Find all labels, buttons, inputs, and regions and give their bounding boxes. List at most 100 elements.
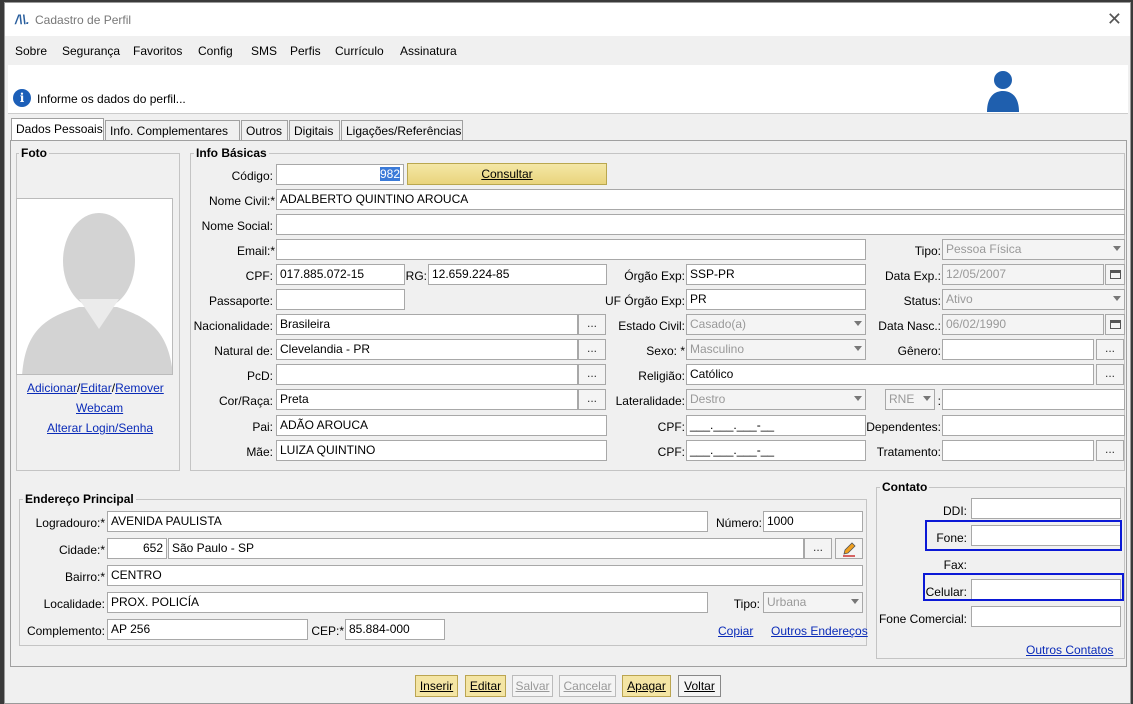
calendar-icon[interactable] — [1105, 314, 1125, 335]
lateralidade-label: Lateralidade: — [615, 394, 685, 408]
rg-field[interactable]: 12.659.224-85 — [428, 264, 607, 285]
codigo-value: 982 — [379, 167, 400, 181]
genero-field[interactable] — [942, 339, 1094, 360]
nome-social-field[interactable] — [276, 214, 1125, 235]
menu-seguranca[interactable]: Segurança — [62, 44, 120, 58]
localidade-field[interactable]: PROX. POLICÍA — [107, 592, 708, 613]
window-title: Cadastro de Perfil — [35, 13, 132, 27]
passaporte-field[interactable] — [276, 289, 405, 310]
numero-label: Número: — [715, 516, 762, 530]
email-field[interactable] — [276, 239, 866, 260]
orgao-exp-label: Órgão Exp: — [624, 269, 685, 283]
apagar-button[interactable]: Apagar — [622, 675, 671, 697]
menu-curriculo[interactable]: Currículo — [335, 44, 384, 58]
outros-enderecos-link[interactable]: Outros Endereços — [771, 624, 868, 638]
status-select[interactable]: Ativo — [942, 289, 1125, 310]
complemento-field[interactable]: AP 256 — [107, 619, 308, 640]
menu-sms[interactable]: SMS — [251, 44, 277, 58]
cep-label: CEP:* — [311, 624, 344, 638]
fone-comercial-field[interactable] — [971, 606, 1121, 627]
pai-field[interactable]: ADÃO AROUCA — [276, 415, 607, 436]
cidade-field[interactable]: São Paulo - SP — [168, 538, 804, 559]
menu-favoritos[interactable]: Favoritos — [133, 44, 182, 58]
codigo-field[interactable]: 982 — [276, 164, 404, 185]
inserir-button[interactable]: Inserir — [415, 675, 458, 697]
estado-civil-select[interactable]: Casado(a) — [686, 314, 866, 335]
cor-raca-label: Cor/Raça: — [218, 394, 273, 408]
cor-raca-lookup-button[interactable]: ... — [578, 389, 606, 410]
tab-dados-pessoais[interactable]: Dados Pessoais — [11, 118, 104, 140]
data-exp-field[interactable]: 12/05/2007 — [942, 264, 1104, 285]
cep-field[interactable]: 85.884-000 — [345, 619, 445, 640]
adicionar-link[interactable]: Adicionar — [27, 381, 77, 395]
natural-field[interactable]: Clevelandia - PR — [276, 339, 578, 360]
close-icon[interactable]: ✕ — [1107, 9, 1122, 30]
title-bar: /\\. Cadastro de Perfil ✕ — [5, 3, 1130, 36]
estado-civil-value: Casado(a) — [690, 317, 747, 331]
alterar-login-link[interactable]: Alterar Login/Senha — [47, 421, 153, 435]
tratamento-lookup-button[interactable]: ... — [1096, 440, 1124, 461]
logradouro-field[interactable]: AVENIDA PAULISTA — [107, 511, 708, 532]
uf-orgao-field[interactable]: PR — [686, 289, 866, 310]
cor-raca-field[interactable]: Preta — [276, 389, 578, 410]
salvar-button[interactable]: Salvar — [512, 675, 553, 697]
nacionalidade-field[interactable]: Brasileira — [276, 314, 578, 335]
rne-select[interactable]: RNE — [885, 389, 935, 410]
cidade-lookup-button[interactable]: ... — [804, 538, 832, 559]
editar-button[interactable]: Editar — [465, 675, 506, 697]
religiao-field[interactable]: Católico — [686, 364, 1094, 385]
remover-link[interactable]: Remover — [115, 381, 164, 395]
data-nasc-field[interactable]: 06/02/1990 — [942, 314, 1104, 335]
tab-digitais[interactable]: Digitais — [289, 120, 340, 140]
mae-field[interactable]: LUIZA QUINTINO — [276, 440, 607, 461]
cpf-field[interactable]: 017.885.072-15 — [276, 264, 405, 285]
sexo-select[interactable]: Masculino — [686, 339, 866, 360]
nome-civil-field[interactable]: ADALBERTO QUINTINO AROUCA — [276, 189, 1125, 210]
outros-contatos-link[interactable]: Outros Contatos — [1026, 643, 1113, 657]
tab-outros[interactable]: Outros — [241, 120, 288, 140]
editar-foto-link[interactable]: Editar — [80, 381, 111, 395]
codigo-label: Código: — [231, 169, 273, 183]
calendar-icon[interactable] — [1105, 264, 1125, 285]
lateralidade-select[interactable]: Destro — [686, 389, 866, 410]
menu-sobre[interactable]: Sobre — [15, 44, 47, 58]
ddi-field[interactable] — [971, 498, 1121, 519]
tipo-pessoa-select[interactable]: Pessoa Física — [942, 239, 1125, 260]
chevron-down-icon — [1113, 296, 1121, 301]
cancelar-button[interactable]: Cancelar — [559, 675, 616, 697]
status-label: Status: — [903, 294, 941, 308]
copiar-link[interactable]: Copiar — [718, 624, 753, 638]
menu-perfis[interactable]: Perfis — [290, 44, 321, 58]
tratamento-field[interactable] — [942, 440, 1094, 461]
menu-assinatura[interactable]: Assinatura — [400, 44, 457, 58]
nacionalidade-lookup-button[interactable]: ... — [578, 314, 606, 335]
numero-field[interactable]: 1000 — [763, 511, 863, 532]
rne-field[interactable] — [942, 389, 1125, 410]
tipo-endereco-select[interactable]: Urbana — [763, 592, 863, 613]
calendar-glyph — [1110, 270, 1121, 279]
voltar-button[interactable]: Voltar — [678, 675, 721, 697]
salvar-label: Salvar — [515, 679, 550, 693]
cpf-mae-field[interactable]: ___.___.___-__ — [686, 440, 866, 461]
genero-lookup-button[interactable]: ... — [1096, 339, 1124, 360]
bairro-field[interactable]: CENTRO — [107, 565, 863, 586]
webcam-link[interactable]: Webcam — [76, 401, 123, 415]
bairro-label: Bairro:* — [64, 570, 105, 584]
consultar-button[interactable]: Consultar — [407, 163, 607, 185]
rne-separator: : — [937, 394, 941, 408]
logradouro-label: Logradouro:* — [35, 516, 105, 530]
pcd-lookup-button[interactable]: ... — [578, 364, 606, 385]
cidade-codigo-field[interactable]: 652 — [107, 538, 167, 559]
pencil-glyph — [843, 542, 856, 557]
religiao-lookup-button[interactable]: ... — [1096, 364, 1124, 385]
nome-civil-label: Nome Civil:* — [208, 194, 275, 208]
pcd-field[interactable] — [276, 364, 578, 385]
natural-lookup-button[interactable]: ... — [578, 339, 606, 360]
pencil-icon[interactable] — [835, 538, 863, 559]
cpf-pai-field[interactable]: ___.___.___-__ — [686, 415, 866, 436]
dependentes-field[interactable] — [942, 415, 1125, 436]
tab-ligacoes-referencias[interactable]: Ligações/Referências — [341, 120, 463, 140]
menu-config[interactable]: Config — [198, 44, 233, 58]
orgao-exp-field[interactable]: SSP-PR — [686, 264, 866, 285]
tab-info-complementares[interactable]: Info. Complementares — [105, 120, 240, 140]
